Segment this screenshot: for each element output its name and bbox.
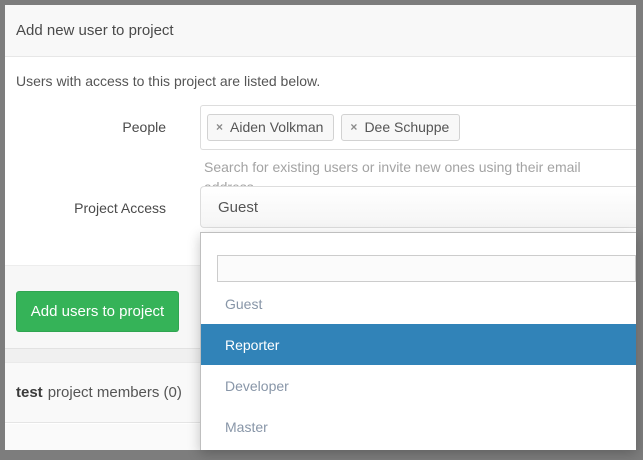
dropdown-search-input[interactable] [217,255,636,282]
add-users-button[interactable]: Add users to project [16,291,179,332]
remove-token-icon[interactable]: × [350,121,357,133]
dropdown-option-reporter[interactable]: Reporter [201,324,636,365]
dropdown-option-list: GuestReporterDeveloperMaster [201,283,636,447]
people-token: × Dee Schuppe [341,114,460,141]
dropdown-option-master[interactable]: Master [201,406,636,447]
dropdown-option-guest[interactable]: Guest [201,283,636,324]
project-name: test [16,384,43,401]
token-user-name: Aiden Volkman [230,119,323,135]
add-user-dialog-window: Add new user to project Users with acces… [0,0,643,460]
project-access-select[interactable]: Guest [200,186,636,228]
people-token: × Aiden Volkman [207,114,334,141]
project-access-selected-value: Guest [218,199,258,216]
project-access-dropdown: GuestReporterDeveloperMaster [200,232,636,450]
intro-text: Users with access to this project are li… [16,71,320,91]
dialog-header: Add new user to project [5,5,636,57]
project-access-label: Project Access [5,198,166,218]
members-heading-text: project members (0) [48,384,182,401]
remove-token-icon[interactable]: × [216,121,223,133]
token-user-name: Dee Schuppe [364,119,449,135]
people-token-input[interactable]: × Aiden Volkman × Dee Schuppe [200,105,636,150]
dropdown-option-developer[interactable]: Developer [201,365,636,406]
dialog-title: Add new user to project [16,22,174,39]
people-label: People [5,117,166,137]
